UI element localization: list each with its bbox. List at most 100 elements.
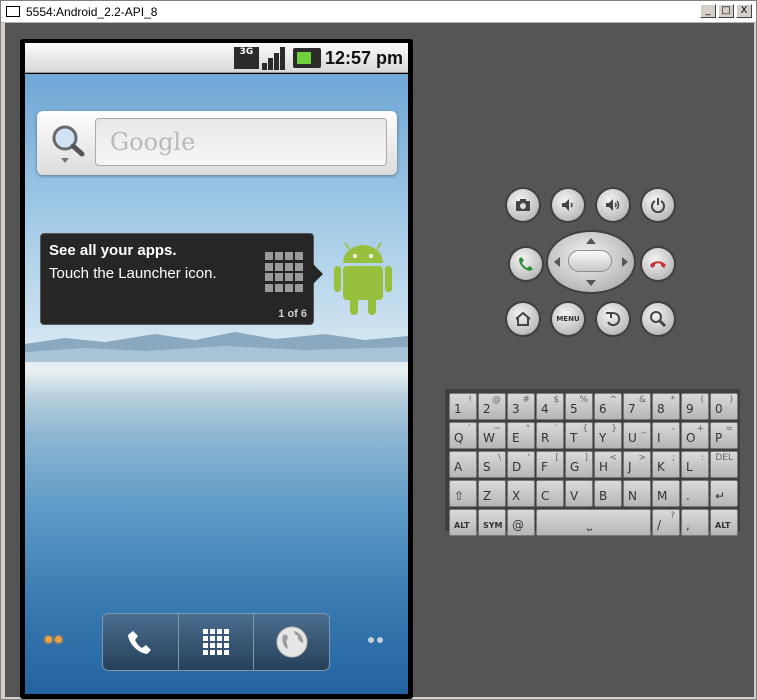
home-screen-wallpaper[interactable]: Google See all your apps. Touch the Laun… <box>25 74 408 694</box>
right-page-indicator[interactable] <box>368 637 384 643</box>
maximize-button[interactable]: □ <box>718 4 734 18</box>
key-row1-6[interactable]: 7 & <box>623 393 651 420</box>
key-row4-4[interactable]: V <box>565 480 593 507</box>
dpad-center-button[interactable] <box>568 250 612 272</box>
key-row3-0[interactable]: A <box>449 451 477 478</box>
key-row2-2[interactable]: E " <box>507 422 535 449</box>
key-alt-label: ~ <box>493 424 501 434</box>
key-row1-9[interactable]: 0) <box>710 393 738 420</box>
left-page-indicator[interactable] <box>45 633 67 647</box>
camera-button[interactable] <box>507 189 539 221</box>
key-alt-label: # <box>522 395 530 405</box>
key-alt-label: ` <box>467 424 473 434</box>
emulator-body: 3G 12:57 pm Google See all your apps. To… <box>5 23 754 699</box>
key-row1-3[interactable]: 4 $ <box>536 393 564 420</box>
dock-launcher-button[interactable] <box>179 614 255 670</box>
key-alt-label: $ <box>553 395 559 405</box>
key-row4-7[interactable]: M <box>652 480 680 507</box>
key-slash[interactable]: /? <box>652 509 680 536</box>
call-button[interactable] <box>510 248 542 280</box>
end-call-button[interactable] <box>642 248 674 280</box>
key-main-label: Y <box>599 431 607 445</box>
key-alt-label: ` <box>554 424 560 434</box>
key-row3-8[interactable]: L: <box>681 451 709 478</box>
key-row4-6[interactable]: N <box>623 480 651 507</box>
key-row2-4[interactable]: T{ <box>565 422 593 449</box>
key-row4-1[interactable]: Z <box>478 480 506 507</box>
call-icon <box>519 257 533 271</box>
dpad-left-icon[interactable] <box>554 257 560 267</box>
dpad-up-icon[interactable] <box>586 238 596 244</box>
key-row1-2[interactable]: 3 # <box>507 393 535 420</box>
home-button[interactable] <box>507 303 539 335</box>
search-input[interactable]: Google <box>95 118 387 166</box>
power-button[interactable] <box>642 189 674 221</box>
key-row4-0[interactable]: ⇧ <box>449 480 477 507</box>
dpad[interactable] <box>548 232 634 292</box>
key-row4-3[interactable]: C <box>536 480 564 507</box>
key-main-label: V <box>570 489 579 503</box>
dock-browser-button[interactable] <box>254 614 329 670</box>
key-main-label: 9 <box>686 402 694 416</box>
key-row3-5[interactable]: H < <box>594 451 622 478</box>
key-row3-9[interactable]: DEL <box>710 451 738 478</box>
key-row2-0[interactable]: Q ` <box>449 422 477 449</box>
key-main-label: 4 <box>541 402 549 416</box>
key-main-label: M <box>657 489 668 503</box>
key-row1-4[interactable]: 5% <box>565 393 593 420</box>
network-3g-icon: 3G <box>234 47 259 69</box>
back-button[interactable] <box>597 303 629 335</box>
search-icon[interactable] <box>47 121 87 165</box>
key-alt-label: ' <box>527 453 530 463</box>
key-row1-8[interactable]: 9( <box>681 393 709 420</box>
key-row2-1[interactable]: W ~ <box>478 422 506 449</box>
key-space[interactable]: ⎵ <box>536 509 651 536</box>
key-main-label: Q <box>454 431 464 445</box>
key-row2-8[interactable]: O + <box>681 422 709 449</box>
dpad-right-icon[interactable] <box>622 257 628 267</box>
status-bar[interactable]: 3G 12:57 pm <box>25 43 408 73</box>
end-call-icon <box>650 261 666 268</box>
key-main-label: T <box>570 431 578 445</box>
key-row3-6[interactable]: J > <box>623 451 651 478</box>
key-comma[interactable]: , <box>681 509 709 536</box>
key-row2-7[interactable]: I- <box>652 422 680 449</box>
key-row3-7[interactable]: K; <box>652 451 680 478</box>
key-row3-1[interactable]: S \ <box>478 451 506 478</box>
key-alt-left[interactable]: ALT <box>449 509 477 536</box>
title-bar[interactable]: 5554:Android_2.2-API_8 _ □ X <box>1 1 756 23</box>
key-row3-3[interactable]: F[ <box>536 451 564 478</box>
key-row1-5[interactable]: 6 ^ <box>594 393 622 420</box>
close-button[interactable]: X <box>736 4 752 18</box>
key-alt-label: ] <box>584 453 588 463</box>
key-row4-5[interactable]: B <box>594 480 622 507</box>
key-row2-3[interactable]: R ` <box>536 422 564 449</box>
key-row4-2[interactable]: X <box>507 480 535 507</box>
minimize-button[interactable]: _ <box>700 4 716 18</box>
dpad-down-icon[interactable] <box>586 280 596 286</box>
launcher-tip-bubble[interactable]: See all your apps. Touch the Launcher ic… <box>40 233 323 325</box>
key-row2-6[interactable]: U _ <box>623 422 651 449</box>
key-alt-right[interactable]: ALT <box>710 509 738 536</box>
key-sym[interactable]: SYM <box>478 509 506 536</box>
key-alt-label: { <box>582 424 588 434</box>
menu-button[interactable]: MENU <box>552 303 584 335</box>
key-label: ALT <box>715 521 731 530</box>
battery-icon <box>293 48 321 68</box>
phone-icon <box>128 631 152 654</box>
key-row3-4[interactable]: G] <box>565 451 593 478</box>
key-row3-2[interactable]: D ' <box>507 451 535 478</box>
key-row1-7[interactable]: 8 * <box>652 393 680 420</box>
dock-phone-button[interactable] <box>103 614 179 670</box>
search-button[interactable] <box>642 303 674 335</box>
google-search-widget[interactable]: Google <box>37 111 397 175</box>
volume-up-button[interactable] <box>597 189 629 221</box>
key-row1-1[interactable]: 2 @ <box>478 393 506 420</box>
key-row2-9[interactable]: P = <box>710 422 738 449</box>
key-row2-5[interactable]: Y} <box>594 422 622 449</box>
key-row4-9[interactable]: ↵ <box>710 480 738 507</box>
volume-down-button[interactable] <box>552 189 584 221</box>
key-at[interactable]: @ <box>507 509 535 536</box>
key-row1-0[interactable]: 1! <box>449 393 477 420</box>
key-row4-8[interactable]: . <box>681 480 709 507</box>
